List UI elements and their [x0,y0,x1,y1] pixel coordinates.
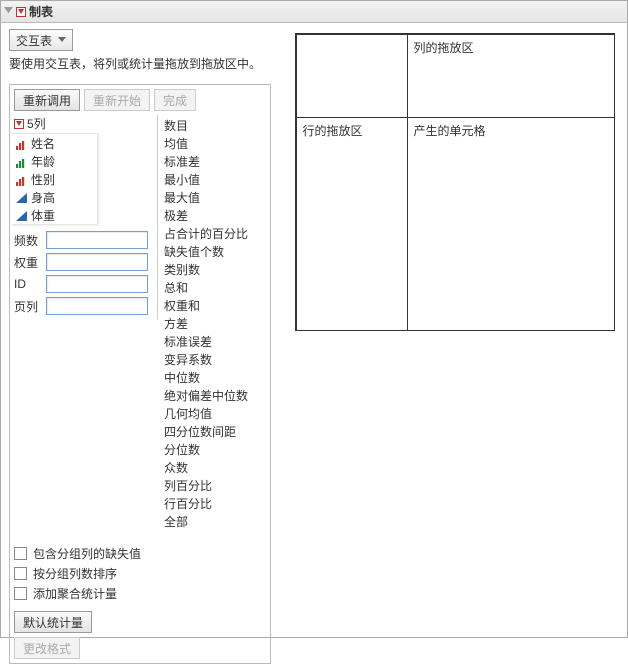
statistic-item[interactable]: 变异系数 [164,351,266,369]
table-type-dropdown[interactable]: 交互表 [9,29,73,51]
columns-list: 姓名年龄性别身高体重 [12,133,98,225]
triangle-icon [16,192,27,202]
statistic-item[interactable]: 总和 [164,279,266,297]
column-item-label: 体重 [31,207,55,224]
statistic-item[interactable]: 分位数 [164,441,266,459]
restart-button: 重新开始 [84,89,150,111]
column-item[interactable]: 性别 [12,170,97,188]
include-missing-row: 包含分组列的缺失值 [14,543,266,563]
sort-by-group-label: 按分组列数排序 [33,565,117,582]
default-stats-button[interactable]: 默认统计量 [14,611,92,633]
window-title: 制表 [29,3,53,20]
statistic-item[interactable]: 方差 [164,315,266,333]
change-format-button: 更改格式 [14,637,80,659]
weight-label: 权重 [14,254,46,271]
bar-chart-icon [16,139,27,148]
statistic-item[interactable]: 众数 [164,459,266,477]
add-agg-stat-checkbox[interactable] [14,587,27,600]
statistic-item[interactable]: 权重和 [164,297,266,315]
add-agg-stat-row: 添加聚合统计量 [14,583,266,603]
sort-by-group-checkbox[interactable] [14,567,27,580]
triangle-icon [16,210,27,220]
weight-input[interactable] [46,253,148,271]
statistic-item[interactable]: 数目 [164,117,266,135]
freq-row: 频数 [14,229,153,251]
statistic-item[interactable]: 行百分比 [164,495,266,513]
include-missing-label: 包含分组列的缺失值 [33,545,141,562]
page-row: 页列 [14,295,153,317]
field-rows: 频数 权重 ID 页列 [10,227,157,319]
action-button-row: 重新调用 重新开始 完成 [10,85,270,115]
column-item-label: 性别 [31,171,55,188]
column-item-label: 身高 [31,189,55,206]
columns-options-icon[interactable] [14,119,24,129]
collapse-icon[interactable] [3,7,13,17]
statistic-item[interactable]: 极差 [164,207,266,225]
options-icon[interactable] [16,7,26,17]
page-label: 页列 [14,298,46,315]
column-item-label: 年龄 [31,153,55,170]
freq-input[interactable] [46,231,148,249]
statistic-item[interactable]: 四分位数间距 [164,423,266,441]
column-item[interactable]: 年龄 [12,152,97,170]
right-column: 列的拖放区 行的拖放区 产生的单元格 [287,29,621,664]
column-item[interactable]: 体重 [12,206,97,224]
left-column: 交互表 要使用交互表，将列或统计量拖放到拖放区中。 重新调用 重新开始 完成 [9,29,287,664]
id-label: ID [14,277,46,291]
config-panel: 重新调用 重新开始 完成 5列 [9,84,271,664]
column-item-label: 姓名 [31,135,55,152]
rerun-button[interactable]: 重新调用 [14,89,80,111]
table-type-label: 交互表 [16,32,52,49]
statistic-item[interactable]: 均值 [164,135,266,153]
columns-header[interactable]: 5列 [10,115,157,133]
columns-count-label: 5列 [27,115,46,132]
statistic-item[interactable]: 标准误差 [164,333,266,351]
rows-drop-zone[interactable]: 行的拖放区 [296,117,408,331]
freq-label: 频数 [14,232,46,249]
statistics-list: 数目均值标准差最小值最大值极差占合计的百分比缺失值个数类别数总和权重和方差标准误… [158,115,270,535]
bottom-buttons: 默认统计量 更改格式 [10,607,270,663]
drop-row-bottom: 行的拖放区 产生的单元格 [296,117,614,330]
page-input[interactable] [46,297,148,315]
column-item[interactable]: 身高 [12,188,97,206]
statistic-item[interactable]: 占合计的百分比 [164,225,266,243]
statistic-item[interactable]: 列百分比 [164,477,266,495]
columns-drop-zone[interactable]: 列的拖放区 [407,34,615,118]
add-agg-stat-label: 添加聚合统计量 [33,585,117,602]
id-row: ID [14,273,153,295]
column-item[interactable]: 姓名 [12,134,97,152]
content-area: 交互表 要使用交互表，将列或统计量拖放到拖放区中。 重新调用 重新开始 完成 [1,23,627,670]
done-button: 完成 [154,89,196,111]
drop-grid: 列的拖放区 行的拖放区 产生的单元格 [295,33,615,331]
statistic-item[interactable]: 几何均值 [164,405,266,423]
statistic-item[interactable]: 最小值 [164,171,266,189]
statistic-item[interactable]: 类别数 [164,261,266,279]
chevron-down-icon [58,35,66,45]
sort-by-group-row: 按分组列数排序 [14,563,266,583]
id-input[interactable] [46,275,148,293]
bar-chart-icon [16,157,27,166]
weight-row: 权重 [14,251,153,273]
statistic-item[interactable]: 绝对偏差中位数 [164,387,266,405]
titlebar: 制表 [1,1,627,23]
statistic-item[interactable]: 中位数 [164,369,266,387]
columns-area: 5列 姓名年龄性别身高体重 频数 权重 [10,115,158,319]
drop-row-top: 列的拖放区 [296,34,614,117]
statistic-item[interactable]: 全部 [164,513,266,531]
hint-text: 要使用交互表，将列或统计量拖放到拖放区中。 [9,55,287,72]
cells-drop-zone[interactable]: 产生的单元格 [407,117,615,331]
checkbox-group: 包含分组列的缺失值 按分组列数排序 添加聚合统计量 [10,535,270,607]
statistic-item[interactable]: 标准差 [164,153,266,171]
tabulate-window: 制表 交互表 要使用交互表，将列或统计量拖放到拖放区中。 重新调用 重新开始 完… [0,0,628,638]
drop-corner-cell[interactable] [296,34,408,118]
statistic-item[interactable]: 缺失值个数 [164,243,266,261]
bar-chart-icon [16,175,27,184]
statistic-item[interactable]: 最大值 [164,189,266,207]
mid-row: 5列 姓名年龄性别身高体重 频数 权重 [10,115,270,535]
include-missing-checkbox[interactable] [14,547,27,560]
